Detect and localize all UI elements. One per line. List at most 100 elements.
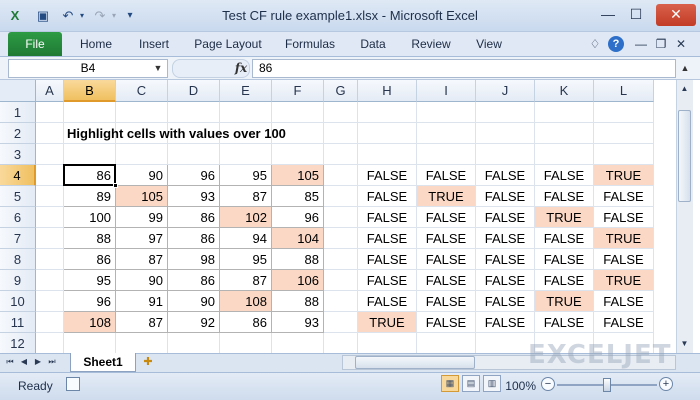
cell-d6[interactable]: 86 xyxy=(168,207,220,228)
column-header-j[interactable]: J xyxy=(476,80,535,102)
horizontal-scroll-thumb[interactable] xyxy=(355,356,475,369)
cell-j5[interactable]: FALSE xyxy=(476,186,535,207)
cell-j6[interactable]: FALSE xyxy=(476,207,535,228)
redo-dropdown-icon[interactable]: ▾ xyxy=(109,7,119,25)
cell-g8[interactable] xyxy=(324,249,358,270)
workbook-minimize-icon[interactable]: — xyxy=(632,35,650,53)
cell-a7[interactable] xyxy=(36,228,64,249)
cell-g12[interactable] xyxy=(324,333,358,354)
maximize-button[interactable]: ☐ xyxy=(622,4,650,26)
cell-c4[interactable]: 90 xyxy=(116,165,168,186)
cell-h1[interactable] xyxy=(358,102,417,123)
cell-i2[interactable] xyxy=(417,123,476,144)
workbook-close-icon[interactable]: ✕ xyxy=(672,35,690,53)
active-cell-outline[interactable] xyxy=(63,164,116,186)
row-header-3[interactable]: 3 xyxy=(0,144,36,165)
cell-g4[interactable] xyxy=(324,165,358,186)
cell-g1[interactable] xyxy=(324,102,358,123)
column-header-a[interactable]: A xyxy=(36,80,64,102)
cell-k10[interactable]: TRUE xyxy=(535,291,594,312)
minimize-button[interactable]: — xyxy=(594,4,622,26)
cell-e12[interactable] xyxy=(220,333,272,354)
cell-d12[interactable] xyxy=(168,333,220,354)
minimize-ribbon-icon[interactable]: ♢ xyxy=(586,35,604,53)
tab-review[interactable]: Review xyxy=(404,32,458,56)
column-header-i[interactable]: I xyxy=(417,80,476,102)
column-header-k[interactable]: K xyxy=(535,80,594,102)
row-header-12[interactable]: 12 xyxy=(0,333,36,354)
row-header-2[interactable]: 2 xyxy=(0,123,36,144)
cell-e5[interactable]: 87 xyxy=(220,186,272,207)
cell-k7[interactable]: FALSE xyxy=(535,228,594,249)
cell-f1[interactable] xyxy=(272,102,324,123)
page-break-view-icon[interactable]: ▥ xyxy=(483,375,501,392)
select-all-corner[interactable] xyxy=(0,80,36,102)
cell-j1[interactable] xyxy=(476,102,535,123)
cell-h6[interactable]: FALSE xyxy=(358,207,417,228)
cell-j10[interactable]: FALSE xyxy=(476,291,535,312)
cell-f9[interactable]: 106 xyxy=(272,270,324,291)
cell-d10[interactable]: 90 xyxy=(168,291,220,312)
next-sheet-icon[interactable]: ▶ xyxy=(32,355,44,369)
tab-formulas[interactable]: Formulas xyxy=(278,32,342,56)
cell-e3[interactable] xyxy=(220,144,272,165)
cell-c9[interactable]: 90 xyxy=(116,270,168,291)
cell-j2[interactable] xyxy=(476,123,535,144)
cell-i11[interactable]: FALSE xyxy=(417,312,476,333)
cell-b8[interactable]: 86 xyxy=(64,249,116,270)
cell-c11[interactable]: 87 xyxy=(116,312,168,333)
prev-sheet-icon[interactable]: ◀ xyxy=(18,355,30,369)
cell-k4[interactable]: FALSE xyxy=(535,165,594,186)
cell-k11[interactable]: FALSE xyxy=(535,312,594,333)
cell-i1[interactable] xyxy=(417,102,476,123)
cell-g10[interactable] xyxy=(324,291,358,312)
cell-g9[interactable] xyxy=(324,270,358,291)
tab-file[interactable]: File xyxy=(8,32,62,56)
cell-a1[interactable] xyxy=(36,102,64,123)
cell-f12[interactable] xyxy=(272,333,324,354)
cell-l10[interactable]: FALSE xyxy=(594,291,654,312)
row-header-1[interactable]: 1 xyxy=(0,102,36,123)
cell-l1[interactable] xyxy=(594,102,654,123)
cell-b12[interactable] xyxy=(64,333,116,354)
cell-i10[interactable]: FALSE xyxy=(417,291,476,312)
sheet-tab-sheet1[interactable]: Sheet1 xyxy=(70,353,136,372)
cell-l9[interactable]: TRUE xyxy=(594,270,654,291)
cell-b7[interactable]: 88 xyxy=(64,228,116,249)
macro-record-icon[interactable] xyxy=(66,377,80,391)
cell-k8[interactable]: FALSE xyxy=(535,249,594,270)
cell-l2[interactable] xyxy=(594,123,654,144)
cell-k1[interactable] xyxy=(535,102,594,123)
cell-d5[interactable]: 93 xyxy=(168,186,220,207)
cell-f6[interactable]: 96 xyxy=(272,207,324,228)
cell-l6[interactable]: FALSE xyxy=(594,207,654,228)
cell-k9[interactable]: FALSE xyxy=(535,270,594,291)
cell-i12[interactable] xyxy=(417,333,476,354)
cell-b9[interactable]: 95 xyxy=(64,270,116,291)
formula-input[interactable]: 86 xyxy=(252,59,676,78)
customize-qat-icon[interactable]: ▾ xyxy=(123,7,137,25)
first-sheet-icon[interactable]: ⏮ xyxy=(4,355,16,369)
row-header-5[interactable]: 5 xyxy=(0,186,36,207)
help-icon[interactable]: ? xyxy=(608,36,624,52)
cell-b6[interactable]: 100 xyxy=(64,207,116,228)
cell-a10[interactable] xyxy=(36,291,64,312)
close-button[interactable]: ✕ xyxy=(656,4,696,26)
cell-e9[interactable]: 87 xyxy=(220,270,272,291)
cell-f5[interactable]: 85 xyxy=(272,186,324,207)
cell-h5[interactable]: FALSE xyxy=(358,186,417,207)
cell-c7[interactable]: 97 xyxy=(116,228,168,249)
cell-l4[interactable]: TRUE xyxy=(594,165,654,186)
column-header-g[interactable]: G xyxy=(324,80,358,102)
cell-h4[interactable]: FALSE xyxy=(358,165,417,186)
cell-g7[interactable] xyxy=(324,228,358,249)
cell-f8[interactable]: 88 xyxy=(272,249,324,270)
cell-c8[interactable]: 87 xyxy=(116,249,168,270)
expand-formula-bar-icon[interactable]: ▲ xyxy=(678,59,692,78)
cell-a2[interactable] xyxy=(36,123,64,144)
cell-j7[interactable]: FALSE xyxy=(476,228,535,249)
cell-l3[interactable] xyxy=(594,144,654,165)
cell-k2[interactable] xyxy=(535,123,594,144)
cell-d1[interactable] xyxy=(168,102,220,123)
row-header-9[interactable]: 9 xyxy=(0,270,36,291)
